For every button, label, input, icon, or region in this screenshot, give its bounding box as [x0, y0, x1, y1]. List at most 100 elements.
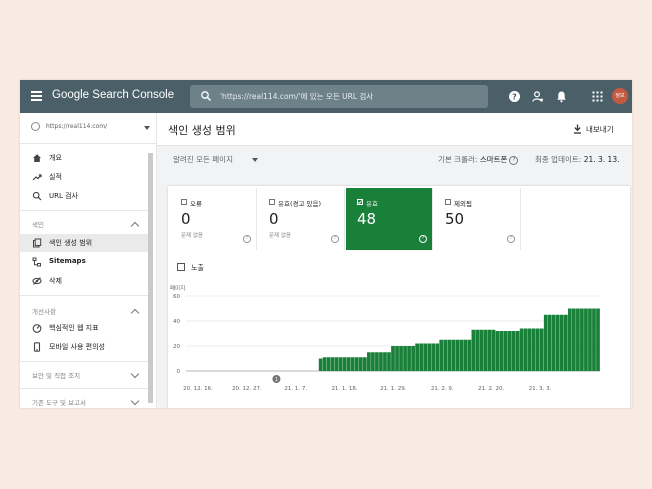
mobile-icon — [33, 342, 41, 352]
bar — [403, 346, 407, 371]
bar — [503, 331, 508, 371]
sidebar-item-label: 삭제 — [49, 277, 62, 285]
chevron-up-icon[interactable] — [130, 221, 140, 231]
help-icon[interactable]: ? — [509, 155, 519, 165]
stat-tile-error[interactable]: 오류 0 문제 없음 ? — [170, 188, 257, 250]
search-placeholder: 'https://real114.com/'에 있는 모든 URL 검사 — [220, 92, 374, 101]
help-icon[interactable]: ? — [508, 90, 521, 103]
bar — [367, 352, 371, 371]
gauge-icon — [32, 324, 42, 333]
menu-icon[interactable] — [31, 91, 42, 101]
sidebar-scrollbar[interactable] — [148, 153, 153, 403]
bar — [479, 329, 484, 371]
brand-logo[interactable]: Google Search Console — [52, 89, 174, 101]
y-axis-label: 페이지 — [170, 284, 185, 292]
checkbox — [181, 199, 187, 205]
sidebar-item-url-inspection[interactable]: URL 검사 — [20, 187, 148, 205]
divider — [20, 210, 148, 211]
bar — [358, 357, 363, 371]
user-settings-icon[interactable] — [531, 90, 544, 103]
crawler-value: 스마트폰 — [479, 155, 508, 164]
bar — [383, 352, 387, 371]
annotation-label: 1 — [275, 377, 278, 383]
sidebar-item-overview[interactable]: 개요 — [20, 149, 148, 167]
globe-icon — [31, 122, 40, 131]
bar — [576, 308, 580, 371]
stat-tile-excluded[interactable]: 제외됨 50 ? — [434, 188, 521, 250]
section-header-index[interactable]: 색인 — [32, 219, 44, 229]
help-icon[interactable]: ? — [507, 235, 515, 243]
notifications-icon[interactable] — [555, 90, 568, 103]
bar — [435, 343, 440, 371]
url-inspect-search[interactable]: 'https://real114.com/'에 있는 모든 URL 검사 — [190, 85, 488, 108]
property-selector[interactable]: https://real114.com/ — [20, 113, 156, 144]
bar — [399, 346, 403, 371]
bar — [447, 339, 452, 371]
stat-tile-valid-warning[interactable]: 유효(경고 있음) 0 문제 없음 ? — [258, 188, 345, 250]
stat-sub: 문제 없음 — [181, 233, 203, 239]
page-filter-dropdown[interactable]: 알려진 모든 페이지 — [173, 154, 233, 165]
stat-value: 50 — [445, 210, 465, 228]
divider — [20, 388, 148, 389]
sidebar-item-coverage[interactable]: 색인 생성 범위 — [20, 234, 148, 252]
divider — [20, 295, 148, 296]
bar — [543, 314, 548, 371]
help-icon[interactable]: ? — [419, 235, 427, 243]
impressions-label: 노출 — [191, 264, 204, 272]
chevron-down-icon[interactable] — [130, 369, 140, 379]
bar — [592, 308, 596, 371]
bar — [443, 339, 448, 371]
bar — [326, 357, 331, 371]
bar — [499, 331, 504, 371]
sidebar-item-label: Sitemaps — [49, 257, 86, 265]
x-tick-label: 21. 3. 3. — [529, 386, 552, 392]
checkbox — [177, 263, 185, 271]
sidebar-item-removals[interactable]: 삭제 — [20, 272, 148, 290]
bar — [330, 357, 335, 371]
help-icon[interactable]: ? — [331, 235, 339, 243]
sidebar-item-core-web-vitals[interactable]: 핵심적인 웹 지표 — [20, 319, 148, 337]
sidebar-item-performance[interactable]: 실적 — [20, 168, 148, 186]
stat-tile-valid[interactable]: 유효 48 ? — [346, 188, 433, 250]
bar — [471, 329, 476, 371]
chevron-down-icon[interactable] — [252, 158, 258, 162]
chevron-up-icon[interactable] — [130, 308, 140, 318]
sidebar-item-label: 색인 생성 범위 — [49, 239, 93, 247]
sidebar-item-label: URL 검사 — [49, 192, 78, 200]
sidebar-item-label: 핵심적인 웹 지표 — [49, 324, 99, 332]
bar — [415, 343, 419, 371]
sidebar-item-label: 개요 — [49, 154, 62, 162]
export-button[interactable]: 내보내기 — [569, 120, 627, 138]
coverage-card: 오류 0 문제 없음 ? 유효(경고 있음) 0 문제 없음 ? 유효 48 ?… — [168, 186, 630, 408]
chevron-down-icon — [144, 126, 150, 130]
bar — [596, 308, 600, 371]
updated-value: 21. 3. 13. — [583, 155, 620, 164]
apps-grid-icon[interactable] — [591, 90, 604, 103]
top-app-bar: Google Search Console 'https://real114.c… — [20, 80, 632, 113]
home-icon — [33, 154, 41, 162]
bar — [539, 328, 544, 371]
chevron-down-icon[interactable] — [130, 396, 140, 406]
bar — [580, 308, 584, 371]
bar — [371, 352, 375, 371]
page-title: 색인 생성 범위 — [168, 124, 236, 137]
sidebar-item-mobile-usability[interactable]: 모바일 사용 편의성 — [20, 338, 148, 356]
bar — [523, 328, 528, 371]
x-tick-label: 20. 12. 27. — [232, 386, 262, 392]
bar — [547, 314, 552, 371]
stat-value: 0 — [269, 210, 279, 228]
checkbox — [445, 199, 451, 205]
bar — [527, 328, 532, 371]
section-header-legacy[interactable]: 기존 도구 및 보고서 — [32, 397, 86, 407]
avatar[interactable]: 정보 — [612, 88, 628, 104]
help-icon[interactable]: ? — [243, 235, 251, 243]
checkbox-checked-icon — [357, 199, 363, 205]
checkbox — [269, 199, 275, 205]
section-header-enhancements[interactable]: 개선사항 — [32, 306, 56, 316]
sidebar-item-sitemaps[interactable]: Sitemaps — [20, 253, 148, 271]
bar — [555, 314, 560, 371]
section-header-security[interactable]: 보안 및 직접 조치 — [32, 370, 80, 380]
bar — [515, 331, 520, 371]
sitemap-icon — [32, 257, 41, 267]
bar — [535, 328, 540, 371]
